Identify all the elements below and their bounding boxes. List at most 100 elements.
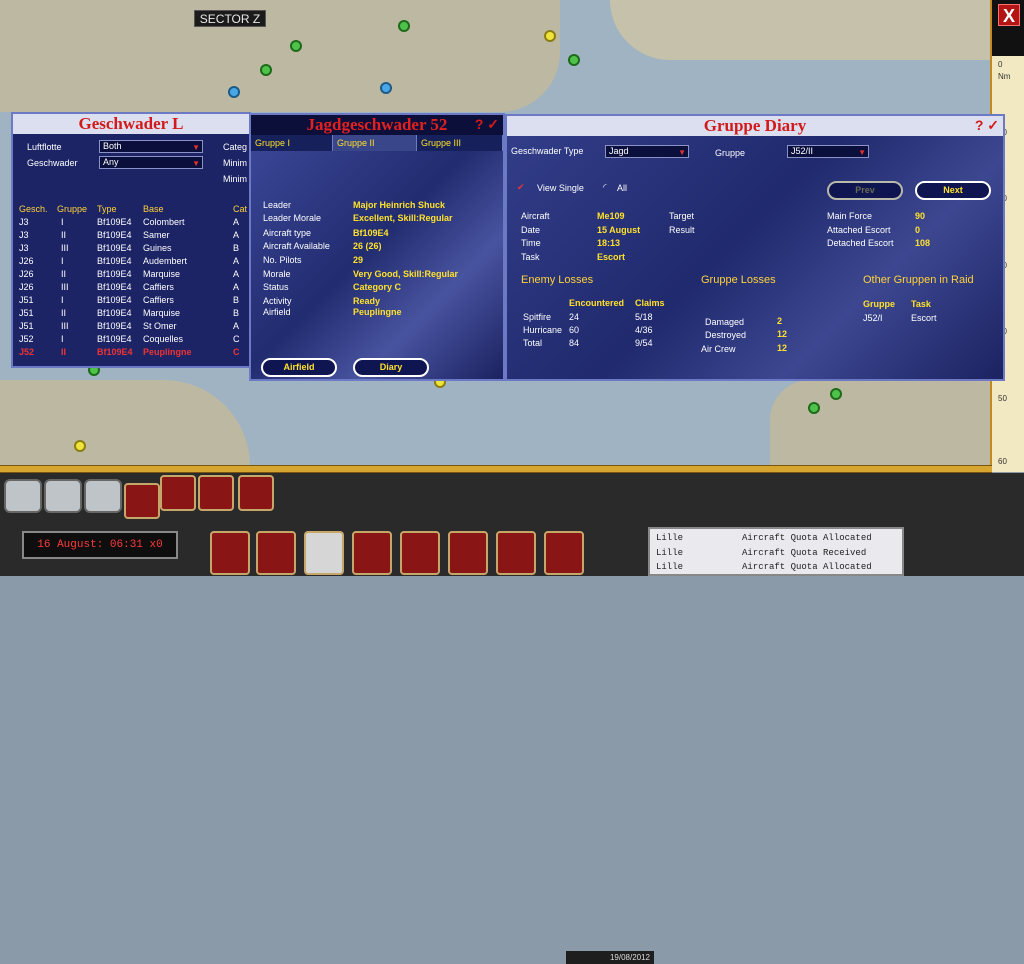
- table-row[interactable]: J26 I Bf109E4 Audembert A: [19, 256, 255, 269]
- other-task-value: Escort: [911, 313, 937, 323]
- org-chart-icon[interactable]: [256, 531, 296, 575]
- airfield-button[interactable]: Airfield: [261, 358, 337, 377]
- field-label: Leader: [263, 200, 292, 210]
- radar-marker[interactable]: [74, 440, 86, 452]
- officer-icon[interactable]: [448, 531, 488, 575]
- prev-button[interactable]: Prev: [827, 181, 903, 200]
- ruler-tick: 0: [998, 60, 1003, 69]
- ruler-tick: 60: [998, 457, 1007, 466]
- land-mass: [0, 0, 560, 112]
- city-marker[interactable]: [380, 82, 392, 94]
- table-row[interactable]: J52 I Bf109E4 Coquelles C: [19, 334, 255, 347]
- radar-marker[interactable]: [544, 30, 556, 42]
- aircraft-icon[interactable]: [160, 475, 196, 511]
- table-row-selected[interactable]: J52 II Bf109E4 Peuplingne C: [19, 347, 255, 360]
- log-place: Lille: [656, 548, 684, 558]
- enemy-losses-heading: Enemy Losses: [521, 274, 594, 286]
- force-value: 108: [915, 238, 931, 248]
- bomb-icon[interactable]: [124, 483, 160, 519]
- aircraft-plane-icon[interactable]: [304, 531, 344, 575]
- field-label: Aircraft Available: [263, 241, 330, 251]
- tab-gruppe-iii[interactable]: Gruppe III: [417, 135, 503, 151]
- table-row[interactable]: J51 II Bf109E4 Marquise B: [19, 308, 255, 321]
- result-label: Result: [669, 225, 695, 235]
- log-entry[interactable]: Lille Aircraft Quota Allocated: [656, 562, 896, 576]
- geschwader-select[interactable]: Any ▼: [99, 156, 203, 169]
- dropdown-arrow-icon: ▼: [192, 143, 200, 152]
- document-icon[interactable]: [198, 475, 234, 511]
- all-radio[interactable]: All: [617, 183, 627, 193]
- table-row[interactable]: J26 III Bf109E4 Caffiers A: [19, 282, 255, 295]
- info-value: Escort: [597, 252, 626, 262]
- claims-value: 5/18: [635, 312, 653, 322]
- force-value: 90: [915, 211, 926, 221]
- newspaper-icon[interactable]: [400, 531, 440, 575]
- airfield-marker[interactable]: [830, 388, 842, 400]
- field-value: Category C: [353, 282, 402, 292]
- airfield-marker[interactable]: [568, 54, 580, 66]
- all-radio-icon[interactable]: ◜: [603, 182, 607, 193]
- log-place: Lille: [656, 562, 684, 572]
- telephone-icon[interactable]: [4, 479, 42, 513]
- col-header: Gesch.: [19, 204, 48, 214]
- view-single-radio[interactable]: View Single: [537, 183, 584, 193]
- loss-label: Destroyed: [705, 330, 747, 340]
- view-single-check-icon[interactable]: ✔: [517, 182, 525, 193]
- table-row[interactable]: J3 I Bf109E4 Colombert A: [19, 217, 255, 230]
- luftflotte-select[interactable]: Both ▼: [99, 140, 203, 153]
- col-header: Task: [911, 299, 931, 309]
- col-header: Gruppe: [863, 299, 896, 309]
- background-photo: [507, 136, 1003, 379]
- ruler-tick: 50: [998, 394, 1007, 403]
- table-row[interactable]: J51 III Bf109E4 St Omer A: [19, 321, 255, 334]
- gruppe-losses-heading: Gruppe Losses: [701, 274, 776, 286]
- forward-icon[interactable]: [238, 475, 274, 511]
- telephone-icon[interactable]: [84, 479, 122, 513]
- log-message: Aircraft Quota Allocated: [742, 533, 872, 543]
- field-label: Airfield: [263, 307, 291, 317]
- col-header: Type: [97, 204, 117, 214]
- airfield-marker[interactable]: [398, 20, 410, 32]
- stats-icon[interactable]: [210, 531, 250, 575]
- close-icon[interactable]: X: [998, 4, 1020, 26]
- tab-gruppe-ii[interactable]: Gruppe II: [333, 135, 417, 151]
- telephone-icon[interactable]: [44, 479, 82, 513]
- field-value: 29: [353, 255, 364, 265]
- encountered-value: 24: [569, 312, 580, 322]
- info-label: Time: [521, 238, 541, 248]
- gruppe-select[interactable]: J52/II ▼: [787, 145, 869, 158]
- loss-label: Damaged: [705, 317, 745, 327]
- dropdown-arrow-icon: ▼: [858, 148, 866, 157]
- table-row[interactable]: J3 III Bf109E4 Guines B: [19, 243, 255, 256]
- force-label: Main Force: [827, 211, 873, 221]
- fuel-icon[interactable]: [544, 531, 584, 575]
- table-row[interactable]: J3 II Bf109E4 Samer A: [19, 230, 255, 243]
- airfield-marker[interactable]: [290, 40, 302, 52]
- aircraft-photo: [251, 151, 503, 379]
- tab-gruppe-i[interactable]: Gruppe I: [251, 135, 333, 151]
- land-mass: [610, 0, 990, 60]
- help-confirm-icons[interactable]: ? ✓: [475, 116, 499, 133]
- log-entry[interactable]: Lille Aircraft Quota Received: [656, 548, 896, 562]
- geschwader-type-select[interactable]: Jagd ▼: [605, 145, 689, 158]
- dropdown-arrow-icon: ▼: [192, 159, 200, 168]
- encountered-value: 84: [569, 338, 580, 348]
- land-mass: [770, 380, 990, 466]
- map-frame-bar: [0, 465, 992, 473]
- log-place: Lille: [656, 533, 684, 543]
- city-marker[interactable]: [228, 86, 240, 98]
- airfield-marker[interactable]: [808, 402, 820, 414]
- help-confirm-icons[interactable]: ? ✓: [975, 117, 999, 134]
- airfield-marker[interactable]: [260, 64, 272, 76]
- table-row[interactable]: J51 I Bf109E4 Caffiers B: [19, 295, 255, 308]
- table-row[interactable]: J26 II Bf109E4 Marquise A: [19, 269, 255, 282]
- log-entry[interactable]: Lille Aircraft Quota Allocated: [656, 533, 896, 547]
- loss-type: Hurricane: [523, 325, 563, 335]
- ruler-tick: Nm: [998, 72, 1011, 81]
- sector-label: SECTOR Z: [194, 10, 266, 27]
- diary-button[interactable]: Diary: [353, 358, 429, 377]
- flag-icon[interactable]: [352, 531, 392, 575]
- message-log[interactable]: Lille Aircraft Quota Allocated Lille Aircr…: [648, 527, 904, 576]
- next-button[interactable]: Next: [915, 181, 991, 200]
- factory-icon[interactable]: [496, 531, 536, 575]
